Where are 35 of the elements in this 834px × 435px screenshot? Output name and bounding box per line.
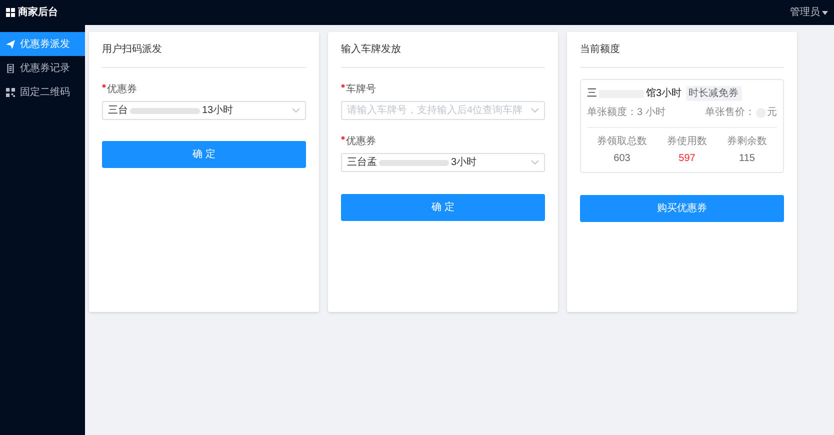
grid-icon: [6, 8, 16, 18]
price-label: 单张售价：: [705, 106, 755, 120]
coupon-select[interactable]: 三台 13小时: [102, 101, 306, 120]
amount-text: 单张额度：3 小时: [587, 106, 666, 120]
coupon-name: 馆3小时: [646, 86, 682, 101]
redaction-mark: [379, 160, 449, 166]
plate-input[interactable]: 请输入车牌号，支持输入后4位查询车牌: [341, 101, 545, 120]
caret-down-icon: [822, 10, 828, 14]
coupon-name: 三: [587, 87, 597, 101]
stat-value: 115: [739, 152, 755, 166]
coupon-select[interactable]: 三台孟 3小时: [341, 153, 545, 172]
price-unit: 元: [767, 106, 777, 120]
stat-label: 券领取总数: [597, 134, 647, 149]
sidebar-item[interactable]: 优惠券记录: [0, 56, 85, 80]
card-title: 当前额度: [580, 42, 784, 68]
stat-value: 597: [678, 152, 696, 166]
stat-label: 券使用数: [667, 134, 707, 149]
stat-label: 券剩余数: [727, 134, 767, 149]
chevron-down-icon: [531, 160, 539, 165]
qr-code-icon: [6, 88, 15, 96]
sidebar-item[interactable]: 固定二维码: [0, 80, 85, 104]
user-menu[interactable]: 管理员: [790, 5, 828, 20]
chevron-down-icon: [531, 108, 539, 113]
field-label: 优惠券: [346, 134, 376, 149]
card-title: 用户扫码派发: [102, 42, 306, 68]
document-icon: [6, 64, 15, 72]
card-title: 输入车牌发放: [341, 42, 545, 68]
send-icon: [6, 40, 15, 48]
app-title: 商家后台: [18, 5, 58, 20]
coupon-type-tag: 时长减免券: [686, 86, 742, 101]
chevron-down-icon: [292, 108, 300, 113]
redaction-mark: [130, 108, 200, 114]
field-label: 优惠券: [107, 82, 137, 97]
field-label: 车牌号: [346, 82, 376, 97]
stat-value: 603: [614, 152, 630, 166]
